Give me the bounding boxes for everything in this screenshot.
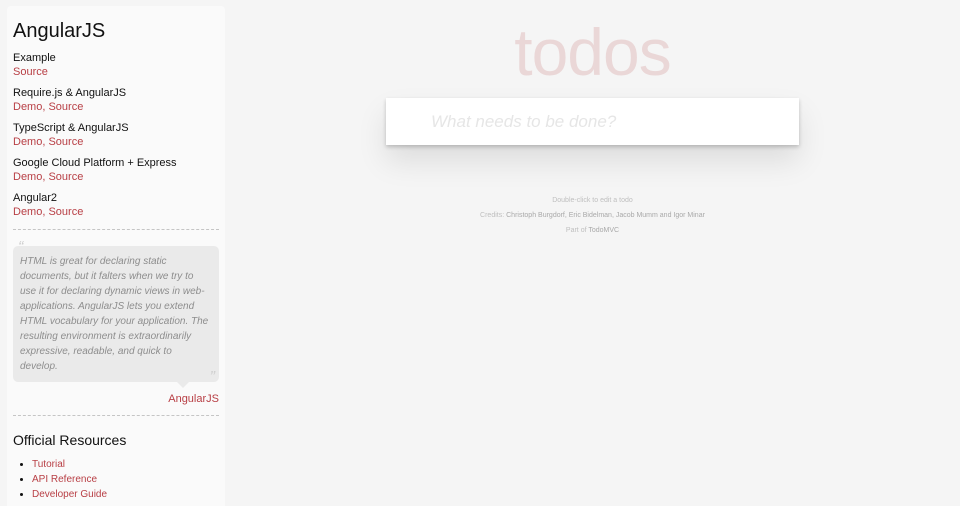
demo-link[interactable]: Demo bbox=[13, 206, 42, 218]
part-of: Part of TodoMVC bbox=[386, 223, 799, 238]
example-name: Require.js & AngularJS bbox=[13, 87, 127, 99]
resource-item: API Reference bbox=[32, 472, 219, 487]
example-item: Example Source bbox=[13, 51, 219, 79]
resources-title: Official Resources bbox=[13, 432, 127, 448]
resource-link-tutorial[interactable]: Tutorial bbox=[32, 459, 65, 470]
example-item: Google Cloud Platform + Express Demo, So… bbox=[13, 156, 219, 184]
credits: Credits: Christoph Burgdorf, Eric Bidelm… bbox=[386, 208, 799, 223]
todomvc-link[interactable]: TodoMVC bbox=[588, 227, 619, 234]
edit-hint: Double-click to edit a todo bbox=[552, 197, 633, 204]
source-link[interactable]: Source bbox=[48, 206, 83, 218]
quote-tail bbox=[177, 382, 189, 388]
source-link[interactable]: Source bbox=[13, 66, 48, 78]
link-separator: , bbox=[42, 171, 46, 183]
demo-link[interactable]: Demo bbox=[13, 171, 42, 183]
source-link[interactable]: Source bbox=[48, 101, 83, 113]
resource-item: Tutorial bbox=[32, 457, 219, 472]
credits-prefix: Credits: bbox=[480, 212, 505, 219]
example-links: Demo, Source bbox=[13, 205, 219, 219]
close-quote-mark: ” bbox=[209, 369, 215, 386]
example-item: Angular2 Demo, Source bbox=[13, 191, 219, 219]
quote-text: HTML is great for declaring static docum… bbox=[20, 256, 209, 372]
example-links: Demo, Source bbox=[13, 100, 219, 114]
example-name: TypeScript & AngularJS bbox=[13, 122, 129, 134]
example-name: Example bbox=[13, 52, 56, 64]
quote-attribution-link[interactable]: AngularJS bbox=[168, 393, 219, 405]
resource-link-api-reference[interactable]: API Reference bbox=[32, 474, 97, 485]
credits-names[interactable]: Christoph Burgdorf, Eric Bidelman, Jacob… bbox=[506, 212, 705, 219]
example-links: Demo, Source bbox=[13, 170, 219, 184]
sidebar: AngularJS Example Source Require.js & An… bbox=[7, 6, 225, 506]
quote: “ HTML is great for declaring static doc… bbox=[13, 240, 219, 388]
example-item: TypeScript & AngularJS Demo, Source bbox=[13, 121, 219, 149]
demo-link[interactable]: Demo bbox=[13, 136, 42, 148]
example-links: Demo, Source bbox=[13, 135, 219, 149]
resources-list: Tutorial API Reference Developer Guide bbox=[13, 457, 219, 502]
open-quote-mark: “ bbox=[18, 239, 24, 256]
link-separator: , bbox=[42, 206, 46, 218]
example-links: Source bbox=[13, 65, 219, 79]
todo-app-panel bbox=[386, 98, 799, 145]
link-separator: , bbox=[42, 101, 46, 113]
divider bbox=[13, 229, 219, 230]
example-item: Require.js & AngularJS Demo, Source bbox=[13, 86, 219, 114]
demo-link[interactable]: Demo bbox=[13, 101, 42, 113]
quote-footer: AngularJS bbox=[13, 393, 219, 405]
example-name: Angular2 bbox=[13, 192, 58, 204]
app-title: todos bbox=[514, 15, 671, 89]
divider bbox=[13, 415, 219, 416]
resource-link-developer-guide[interactable]: Developer Guide bbox=[32, 489, 107, 500]
sidebar-title: AngularJS bbox=[13, 20, 106, 42]
source-link[interactable]: Source bbox=[48, 136, 83, 148]
resource-item: Developer Guide bbox=[32, 487, 219, 502]
info-footer: Double-click to edit a todo Credits: Chr… bbox=[386, 193, 799, 238]
example-name: Google Cloud Platform + Express bbox=[13, 157, 177, 169]
part-of-prefix: Part of bbox=[565, 227, 587, 234]
source-link[interactable]: Source bbox=[48, 171, 83, 183]
examples-list: Example Source Require.js & AngularJS De… bbox=[13, 51, 219, 219]
new-todo-input[interactable] bbox=[386, 98, 799, 145]
link-separator: , bbox=[42, 136, 46, 148]
